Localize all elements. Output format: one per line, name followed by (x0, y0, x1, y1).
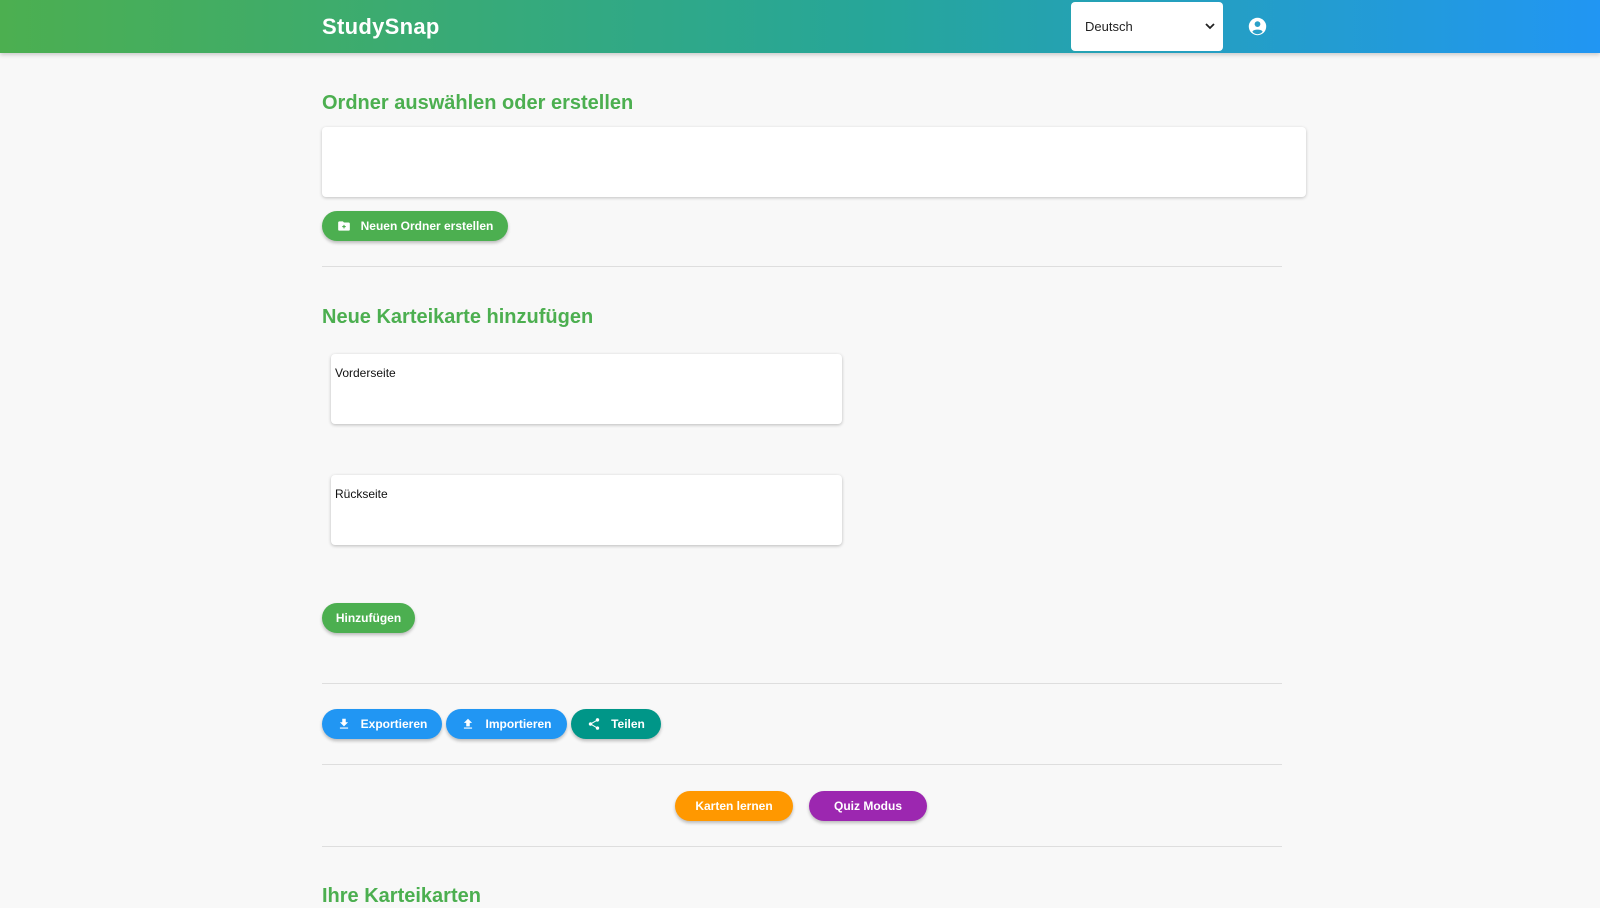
import-button[interactable]: Importieren (446, 709, 567, 739)
front-label: Vorderseite (335, 366, 396, 380)
learn-cards-button[interactable]: Karten lernen (675, 791, 793, 821)
chevron-down-icon (1205, 21, 1215, 33)
upload-icon (464, 718, 473, 729)
new-card-section-title: Neue Karteikarte hinzufügen (322, 306, 594, 328)
export-button[interactable]: Exportieren (322, 709, 442, 739)
language-selected-value: Deutsch (1085, 19, 1133, 34)
app-title: StudySnap (322, 14, 440, 39)
language-select[interactable]: Deutsch (1071, 2, 1223, 51)
export-label: Exportieren (360, 717, 428, 731)
share-icon (588, 718, 600, 730)
divider (322, 764, 1282, 765)
add-card-label: Hinzufügen (335, 611, 402, 625)
folder-list[interactable] (322, 127, 1306, 197)
divider (322, 683, 1282, 684)
front-input[interactable]: Vorderseite (331, 354, 842, 424)
account-circle-icon[interactable] (1248, 17, 1267, 36)
create-folder-label: Neuen Ordner erstellen (360, 219, 494, 233)
share-button[interactable]: Teilen (571, 709, 661, 739)
folders-section-title: Ordner auswählen oder erstellen (322, 92, 634, 114)
learn-cards-label: Karten lernen (695, 799, 773, 813)
create-folder-button[interactable]: Neuen Ordner erstellen (322, 211, 508, 241)
quiz-mode-button[interactable]: Quiz Modus (809, 791, 927, 821)
back-input[interactable]: Rückseite (331, 475, 842, 545)
import-label: Importieren (485, 717, 552, 731)
add-card-button[interactable]: Hinzufügen (322, 603, 415, 633)
download-icon (339, 718, 348, 729)
share-label: Teilen (611, 717, 645, 731)
folder-add-icon (337, 221, 350, 231)
app-header: StudySnap Deutsch (0, 0, 1600, 53)
cards-list-title: Ihre Karteikarten (322, 885, 481, 907)
divider (322, 846, 1282, 847)
back-label: Rückseite (335, 487, 388, 501)
quiz-mode-label: Quiz Modus (834, 799, 902, 813)
divider (322, 266, 1282, 267)
